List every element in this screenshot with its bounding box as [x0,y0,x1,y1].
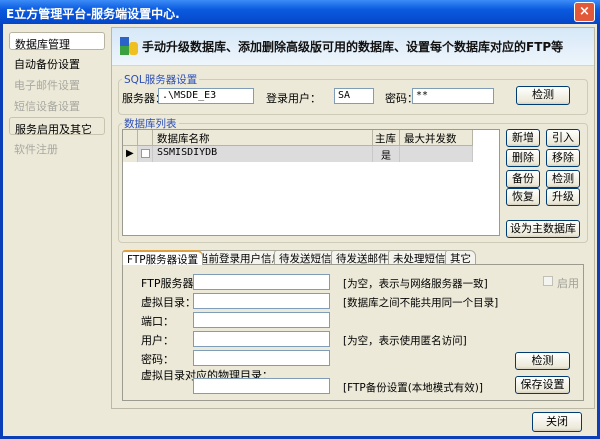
database-grid: 数据库名称 主库 最大并发数 ▶ SSMISDIYDB 是 [122,129,500,236]
physdir-note: [FTP备份设置(本地模式有效)] [343,382,483,394]
ftp-tab-panel: FTP服务器： [为空，表示与网络服务器一致] 虚拟目录： [数据库之间不能共用… [122,264,584,401]
header-text: 手动升级数据库、添加删除高级版可用的数据库、设置每个数据库对应的FTP等 [142,40,564,54]
vdir-label: 虚拟目录： [141,296,196,309]
window-title: E立方管理平台-服务端设置中心. [6,7,180,21]
sidebar-item-database[interactable]: 数据库管理 [9,32,105,51]
vdir-note: [数据库之间不能共用同一个目录] [343,297,499,309]
physdir-input[interactable] [193,378,330,394]
delete-button[interactable]: 删除 [506,149,540,167]
tab-ftp[interactable]: FTP服务器设置 [122,250,204,266]
user-input[interactable]: SA [334,88,374,104]
password-input[interactable]: ** [412,88,494,104]
import-button[interactable]: 引入 [546,129,580,147]
column-header-max[interactable]: 最大并发数 [400,130,473,146]
database-network-icon [120,37,138,55]
ftp-user-input[interactable] [193,331,330,347]
grid-header-check [138,130,153,146]
db-check-button[interactable]: 检测 [546,170,580,188]
ftp-password-input[interactable] [193,350,330,366]
port-label: 端口： [141,315,174,328]
tab-login-users[interactable]: 当前登录用户信息 [193,250,287,265]
sidebar-item-auto-backup[interactable]: 自动备份设置 [9,53,105,71]
column-header-primary[interactable]: 主库 [373,130,400,146]
ftp-check-button[interactable]: 检测 [515,352,570,370]
remove-button[interactable]: 移除 [546,149,580,167]
ftp-password-label: 密码： [141,353,174,366]
upgrade-button[interactable]: 升级 [546,188,580,206]
cell-max[interactable] [400,146,473,162]
close-button[interactable]: 关闭 [532,412,582,432]
server-input[interactable]: .\MSDE_E3 [158,88,254,104]
main-window: 数据库管理 自动备份设置 电子邮件设置 短信设备设置 服务启用及其它 软件注册 … [3,24,597,436]
content-panel: 手动升级数据库、添加删除高级版可用的数据库、设置每个数据库对应的FTP等 SQL… [111,27,595,409]
table-row-checkbox[interactable] [138,146,153,162]
window-close-button[interactable]: × [574,2,595,22]
row-indicator-icon: ▶ [123,146,138,162]
save-settings-button[interactable]: 保存设置 [515,376,570,394]
vdir-input[interactable] [193,293,330,309]
restore-button[interactable]: 恢复 [506,188,540,206]
backup-button[interactable]: 备份 [506,170,540,188]
cell-db-name[interactable]: SSMISDIYDB [153,146,373,162]
sql-group-label: SQL服务器设置 [122,72,200,87]
enable-checkbox[interactable] [543,276,553,286]
sidebar-item-service[interactable]: 服务启用及其它 [9,117,105,136]
sidebar-item-sms: 短信设备设置 [14,100,80,113]
tab-unhandled-sms[interactable]: 未处理短信 [388,250,451,265]
column-header-name[interactable]: 数据库名称 [153,130,373,146]
title-bar: E立方管理平台-服务端设置中心. [0,0,600,24]
tab-pending-mail[interactable]: 待发送邮件 [331,250,394,265]
enable-label: 启用 [557,277,579,290]
ftp-user-note: [为空，表示使用匿名访问] [343,335,467,347]
grid-header-indicator [123,130,138,146]
cell-primary[interactable]: 是 [373,146,400,162]
tab-pending-sms[interactable]: 待发送短信 [274,250,337,265]
tab-other[interactable]: 其它 [445,250,476,265]
sql-check-button[interactable]: 检测 [516,86,570,105]
user-label: 登录用户： [266,92,321,105]
sidebar-item-register: 软件注册 [14,143,58,156]
set-primary-button[interactable]: 设为主数据库 [506,220,580,238]
port-input[interactable] [193,312,330,328]
tab-bar: FTP服务器设置 当前登录用户信息 待发送短信 待发送邮件 未处理短信 其它 [122,250,522,266]
add-button[interactable]: 新增 [506,129,540,147]
header-banner: 手动升级数据库、添加删除高级版可用的数据库、设置每个数据库对应的FTP等 [112,28,594,66]
sidebar-item-email: 电子邮件设置 [14,79,80,92]
ftp-server-note: [为空，表示与网络服务器一致] [343,278,488,290]
ftp-user-label: 用户： [141,334,174,347]
ftp-server-input[interactable] [193,274,330,290]
